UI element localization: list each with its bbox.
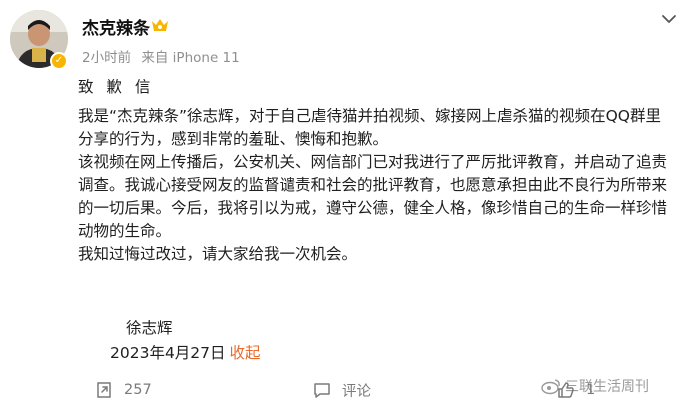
watermark: 三联生活周刊 xyxy=(540,376,649,396)
letter-title: 致 歉 信 xyxy=(78,78,155,96)
post-time: 2小时前 xyxy=(82,50,132,66)
repost-count: 257 xyxy=(124,382,152,398)
letter-date-line: 2023年4月27日 收起 xyxy=(110,341,261,363)
vip-crown-icon xyxy=(152,19,168,31)
verified-badge-icon: ✓ xyxy=(50,52,68,70)
chevron-down-icon[interactable] xyxy=(660,12,678,26)
repost-button[interactable]: 257 xyxy=(94,378,152,402)
post-paragraph: 该视频在网上传播后，公安机关、网信部门已对我进行了严厉批评教育，并启动了追责调查… xyxy=(78,153,668,240)
comment-label: 评论 xyxy=(342,383,371,400)
repost-icon xyxy=(97,382,111,398)
weibo-logo-icon xyxy=(541,379,560,395)
post-paragraph: 我知过悔过改过，请大家给我一次机会。 xyxy=(78,245,358,263)
post-paragraph: 我是“杰克辣条”徐志辉，对于自己虐待猫并拍视频、嫁接网上虐杀猫的视频在QQ群里分… xyxy=(78,107,661,148)
post-source: 来自 iPhone 11 xyxy=(141,50,240,66)
letter-date: 2023年4月27日 xyxy=(110,344,226,362)
letter-signature: 徐志辉 xyxy=(126,319,173,337)
post-author[interactable]: 杰克辣条 xyxy=(82,14,150,39)
post-meta: 2小时前 来自 iPhone 11 xyxy=(82,46,246,66)
collapse-link[interactable]: 收起 xyxy=(230,344,261,362)
watermark-text: 三联生活周刊 xyxy=(565,379,649,395)
comment-icon xyxy=(314,383,330,398)
comment-button[interactable]: 评论 xyxy=(312,378,371,402)
post-body: 致 歉 信 我是“杰克辣条”徐志辉，对于自己虐待猫并拍视频、嫁接网上虐杀猫的视频… xyxy=(78,70,673,266)
